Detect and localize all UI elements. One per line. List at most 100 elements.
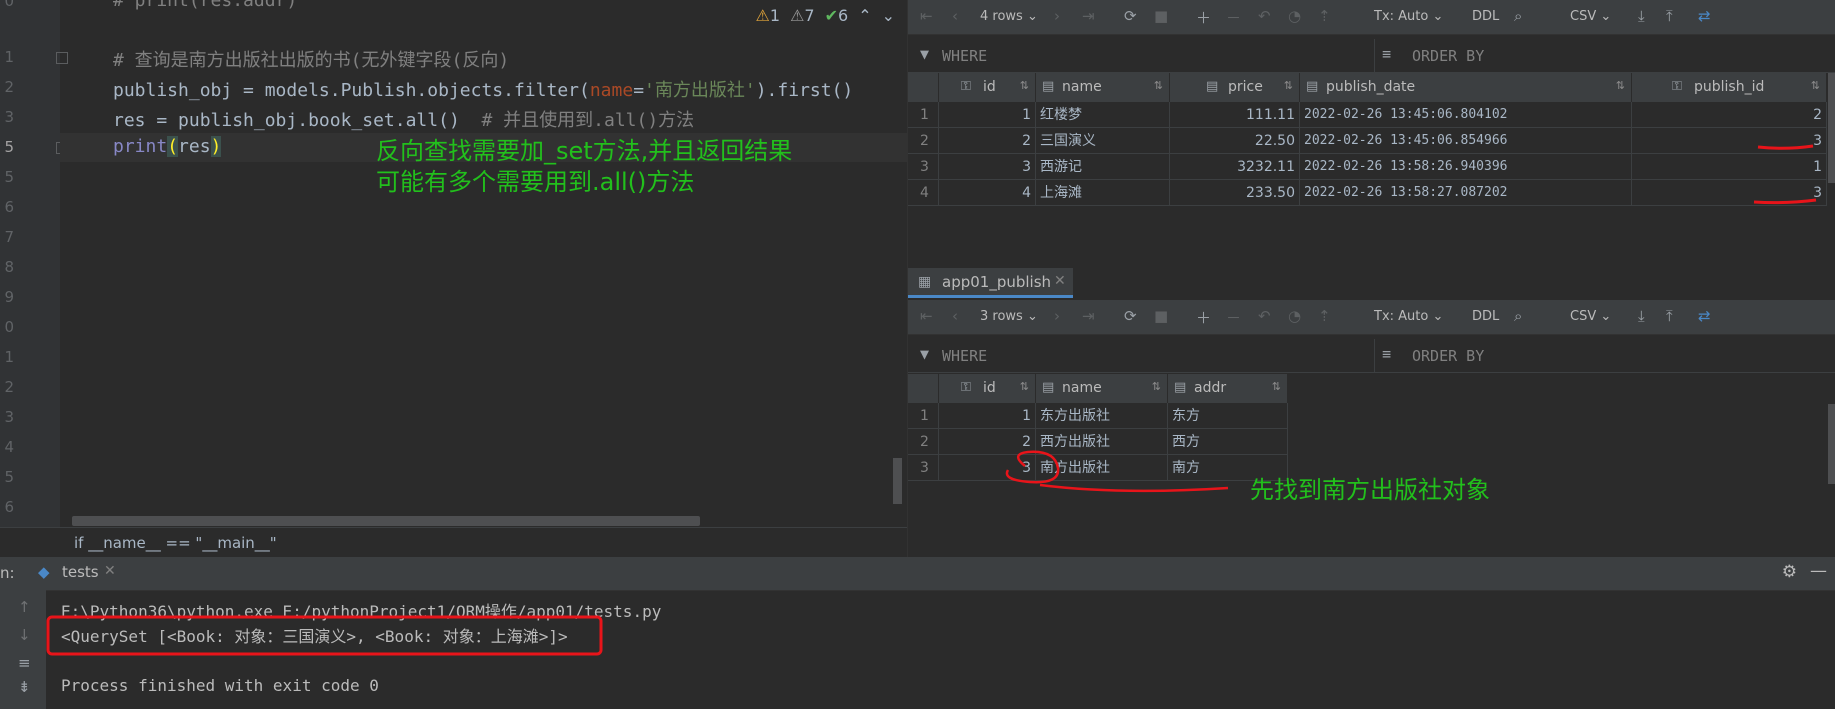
- minimize-icon[interactable]: —: [1810, 561, 1827, 581]
- row-number[interactable]: 3: [908, 455, 939, 481]
- cell-addr[interactable]: 西方: [1168, 429, 1288, 455]
- vertical-scrollbar[interactable]: [893, 458, 902, 504]
- table-row[interactable]: 3 3 西游记 3232.11 2022-02-26 13:58:26.940396 1: [908, 154, 1827, 180]
- gear-icon[interactable]: ⚙: [1782, 562, 1797, 582]
- prev-page-icon[interactable]: ‹: [952, 7, 958, 25]
- tab-app01-publish[interactable]: ▦ app01_publish ✕: [908, 268, 1073, 298]
- cell-id[interactable]: 1: [939, 403, 1036, 429]
- cell-publish-id[interactable]: 1: [1632, 154, 1827, 180]
- cell-publish-id[interactable]: 3: [1632, 128, 1827, 154]
- row-number[interactable]: 2: [908, 429, 939, 455]
- inspection-widget[interactable]: ⚠1 ⚠7 ✔6 ⌃ ⌄: [756, 6, 895, 25]
- cell-price[interactable]: 3232.11: [1170, 154, 1300, 180]
- cell-addr[interactable]: 东方: [1168, 403, 1288, 429]
- column-header-id[interactable]: ⚿ id ⇅: [939, 374, 1036, 403]
- column-header-name[interactable]: ▤ name ⇅: [1036, 374, 1168, 403]
- first-page-icon[interactable]: ⇤: [920, 307, 933, 325]
- vertical-scrollbar[interactable]: [1828, 404, 1835, 484]
- soft-wrap-icon[interactable]: ≡: [18, 654, 31, 672]
- horizontal-scrollbar[interactable]: [72, 516, 700, 526]
- warning-count[interactable]: ⚠1: [756, 6, 781, 25]
- cell-price[interactable]: 22.50: [1170, 128, 1300, 154]
- cell-publish-date[interactable]: 2022-02-26 13:58:26.940396: [1300, 154, 1632, 180]
- scroll-to-end-icon[interactable]: ⇟: [18, 678, 31, 696]
- column-header-publish-id[interactable]: ⚿ publish_id ⇅: [1632, 73, 1827, 102]
- order-by-input[interactable]: ORDER BY: [1412, 47, 1484, 65]
- arrow-down-icon[interactable]: ↓: [18, 626, 31, 644]
- tx-mode-dropdown[interactable]: Tx: Auto ⌄: [1374, 309, 1443, 324]
- row-number[interactable]: 1: [908, 403, 939, 429]
- sort-icon[interactable]: ⇅: [1272, 380, 1281, 393]
- cell-id[interactable]: 4: [939, 180, 1036, 206]
- table-row[interactable]: 2 2 西方出版社 西方: [908, 429, 1288, 455]
- arrow-up-icon[interactable]: ↑: [18, 598, 31, 616]
- download-icon[interactable]: ⤓: [1638, 7, 1645, 25]
- add-row-icon[interactable]: ＋: [1196, 7, 1211, 28]
- where-input[interactable]: WHERE: [942, 347, 987, 365]
- cell-id[interactable]: 2: [939, 429, 1036, 455]
- sort-icon[interactable]: ⇅: [1284, 79, 1293, 92]
- last-page-icon[interactable]: ⇥: [1082, 307, 1095, 325]
- close-icon[interactable]: ✕: [1054, 273, 1066, 289]
- first-page-icon[interactable]: ⇤: [920, 7, 933, 25]
- search-icon[interactable]: ⌕: [1514, 307, 1522, 325]
- chevron-up-icon[interactable]: ⌃: [858, 6, 871, 25]
- table-row[interactable]: 1 1 东方出版社 东方: [908, 403, 1288, 429]
- prev-page-icon[interactable]: ‹: [952, 307, 958, 325]
- table-row[interactable]: 3 3 南方出版社 南方: [908, 455, 1288, 481]
- export-format-dropdown[interactable]: CSV ⌄: [1570, 9, 1611, 24]
- stop-icon[interactable]: ■: [1154, 307, 1168, 325]
- next-page-icon[interactable]: ›: [1054, 307, 1060, 325]
- weak-warning-count[interactable]: ⚠7: [790, 6, 815, 25]
- tx-mode-dropdown[interactable]: Tx: Auto ⌄: [1374, 9, 1443, 24]
- cell-publish-date[interactable]: 2022-02-26 13:45:06.854966: [1300, 128, 1632, 154]
- preview-icon[interactable]: ◔: [1288, 307, 1301, 325]
- row-count-dropdown[interactable]: 3 rows ⌄: [980, 309, 1038, 324]
- submit-icon[interactable]: ⇡: [1318, 7, 1331, 25]
- cell-name[interactable]: 西游记: [1036, 154, 1170, 180]
- fold-marker-icon[interactable]: [56, 52, 68, 64]
- next-page-icon[interactable]: ›: [1054, 7, 1060, 25]
- upload-icon[interactable]: ⤒: [1666, 307, 1673, 325]
- table-row[interactable]: 4 4 上海滩 233.50 2022-02-26 13:58:27.087202 3: [908, 180, 1827, 206]
- add-row-icon[interactable]: ＋: [1196, 307, 1211, 328]
- sort-icon[interactable]: ⇅: [1811, 79, 1820, 92]
- tab-tests[interactable]: tests: [62, 563, 99, 581]
- cell-id[interactable]: 2: [939, 128, 1036, 154]
- revert-icon[interactable]: ↶: [1258, 7, 1271, 25]
- code-editor[interactable]: 0 1 2 3 5 5 6 7 8 9 0 1 2 3 4 5 6 # prin…: [0, 0, 907, 527]
- column-header-addr[interactable]: ▤ addr ⇅: [1168, 374, 1288, 403]
- where-input[interactable]: WHERE: [942, 47, 987, 65]
- column-header-price[interactable]: ▤ price ⇅: [1170, 73, 1300, 102]
- sort-icon[interactable]: ⇅: [1154, 79, 1163, 92]
- cell-id[interactable]: 1: [939, 102, 1036, 128]
- chevron-down-icon[interactable]: ⌄: [882, 6, 895, 25]
- column-header-name[interactable]: ▤ name ⇅: [1036, 73, 1170, 102]
- row-number[interactable]: 2: [908, 128, 939, 154]
- cell-name[interactable]: 西方出版社: [1036, 429, 1168, 455]
- vertical-scrollbar[interactable]: [1828, 73, 1835, 183]
- cell-name[interactable]: 东方出版社: [1036, 403, 1168, 429]
- cell-price[interactable]: 233.50: [1170, 180, 1300, 206]
- column-header-publish-date[interactable]: ▤ publish_date ⇅: [1300, 73, 1632, 102]
- export-format-dropdown[interactable]: CSV ⌄: [1570, 309, 1611, 324]
- row-number[interactable]: 1: [908, 102, 939, 128]
- search-icon[interactable]: ⌕: [1514, 7, 1522, 25]
- submit-icon[interactable]: ⇡: [1318, 307, 1331, 325]
- breadcrumb-item[interactable]: if __name__ == "__main__": [74, 534, 277, 552]
- sort-icon[interactable]: ⇅: [1020, 380, 1029, 393]
- cell-publish-id[interactable]: 2: [1632, 102, 1827, 128]
- cell-name[interactable]: 三国演义: [1036, 128, 1170, 154]
- download-icon[interactable]: ⤓: [1638, 307, 1645, 325]
- ddl-button[interactable]: DDL: [1472, 9, 1499, 24]
- cell-name[interactable]: 红楼梦: [1036, 102, 1170, 128]
- cell-name[interactable]: 南方出版社: [1036, 455, 1168, 481]
- cell-price[interactable]: 111.11: [1170, 102, 1300, 128]
- row-number[interactable]: 3: [908, 154, 939, 180]
- compare-icon[interactable]: ⇄: [1698, 7, 1711, 25]
- sort-icon[interactable]: ⇅: [1152, 380, 1161, 393]
- cell-publish-date[interactable]: 2022-02-26 13:58:27.087202: [1300, 180, 1632, 206]
- delete-row-icon[interactable]: －: [1226, 7, 1241, 28]
- column-header-id[interactable]: ⚿ id ⇅: [939, 73, 1036, 102]
- upload-icon[interactable]: ⤒: [1666, 7, 1673, 25]
